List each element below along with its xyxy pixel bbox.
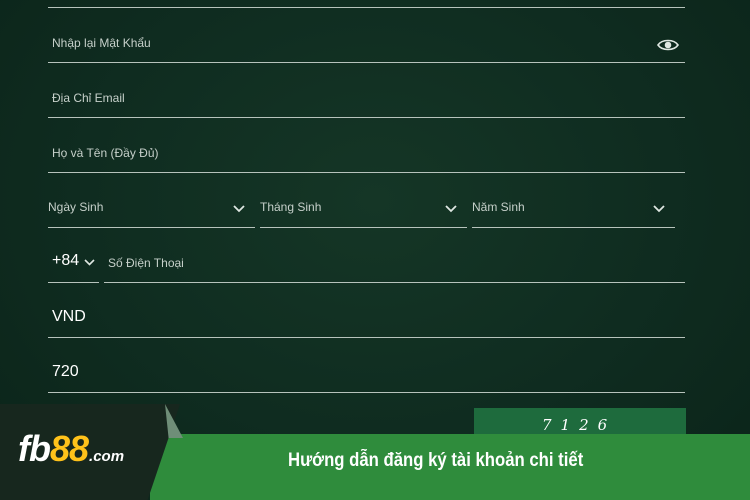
birth-day-label: Ngày Sinh: [48, 200, 104, 214]
currency-field[interactable]: VND: [48, 302, 685, 338]
banner-title: Hướng dẫn đăng ký tài khoản chi tiết: [288, 450, 584, 471]
chevron-down-icon: [233, 205, 245, 213]
birth-month-select[interactable]: Tháng Sinh: [260, 192, 467, 228]
logo-fb: fb: [18, 428, 51, 469]
password-field[interactable]: [48, 0, 685, 8]
birth-year-select[interactable]: Năm Sinh: [472, 192, 675, 228]
confirm-password-field[interactable]: Nhập lại Mật Khẩu: [48, 28, 685, 63]
birth-year-label: Năm Sinh: [472, 200, 525, 214]
captcha-code: 7126: [542, 416, 617, 434]
captcha-input-value: 720: [52, 363, 79, 380]
fullname-placeholder: Họ và Tên (Đầy Đủ): [52, 146, 159, 160]
logo-com: .com: [89, 448, 125, 465]
phone-placeholder: Số Điện Thoại: [108, 256, 184, 270]
email-field[interactable]: Địa Chỉ Email: [48, 83, 685, 118]
chevron-down-icon: [84, 259, 95, 266]
phone-field[interactable]: Số Điện Thoại: [104, 247, 685, 283]
email-placeholder: Địa Chỉ Email: [52, 91, 125, 105]
currency-value: VND: [52, 308, 86, 325]
confirm-password-placeholder: Nhập lại Mật Khẩu: [52, 36, 151, 50]
phone-prefix-select[interactable]: +84: [48, 247, 99, 283]
fullname-field[interactable]: Họ và Tên (Đầy Đủ): [48, 138, 685, 173]
eye-icon[interactable]: [657, 38, 679, 52]
chevron-down-icon: [653, 205, 665, 213]
chevron-down-icon: [445, 205, 457, 213]
phone-prefix-value: +84: [52, 252, 80, 269]
logo-88: 88: [49, 428, 89, 469]
fb88-logo: fb 88 .com: [18, 428, 125, 469]
birth-month-label: Tháng Sinh: [260, 200, 322, 214]
birth-day-select[interactable]: Ngày Sinh: [48, 192, 255, 228]
captcha-input[interactable]: 720: [48, 357, 685, 393]
